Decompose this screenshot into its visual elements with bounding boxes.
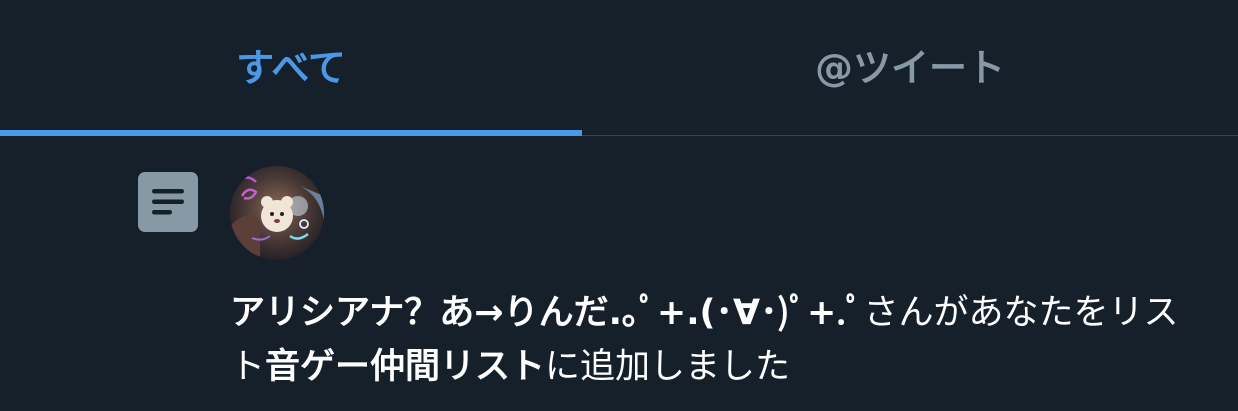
tab-all[interactable]: すべて	[0, 0, 582, 135]
tab-mentions-label: @ツイート	[814, 46, 1005, 90]
notification-tabs: すべて @ツイート	[0, 0, 1238, 136]
tab-mentions[interactable]: @ツイート	[582, 0, 1238, 135]
message-text-after: に追加しました	[545, 347, 791, 387]
tab-all-label: すべて	[236, 46, 346, 90]
list-icon	[138, 172, 198, 232]
notification-item[interactable]: アリシアナ？あ→りんだ.｡ﾟ+.(･∀･)ﾟ+.ﾟさんがあなたをリスト音ゲー仲間…	[0, 136, 1238, 411]
avatar[interactable]	[230, 166, 324, 260]
list-name[interactable]: 音ゲー仲間リスト	[265, 347, 545, 387]
user-name[interactable]: アリシアナ？あ→りんだ.｡ﾟ+.(･∀･)ﾟ+.ﾟ	[230, 293, 864, 333]
notification-message: アリシアナ？あ→りんだ.｡ﾟ+.(･∀･)ﾟ+.ﾟさんがあなたをリスト音ゲー仲間…	[230, 286, 1190, 394]
